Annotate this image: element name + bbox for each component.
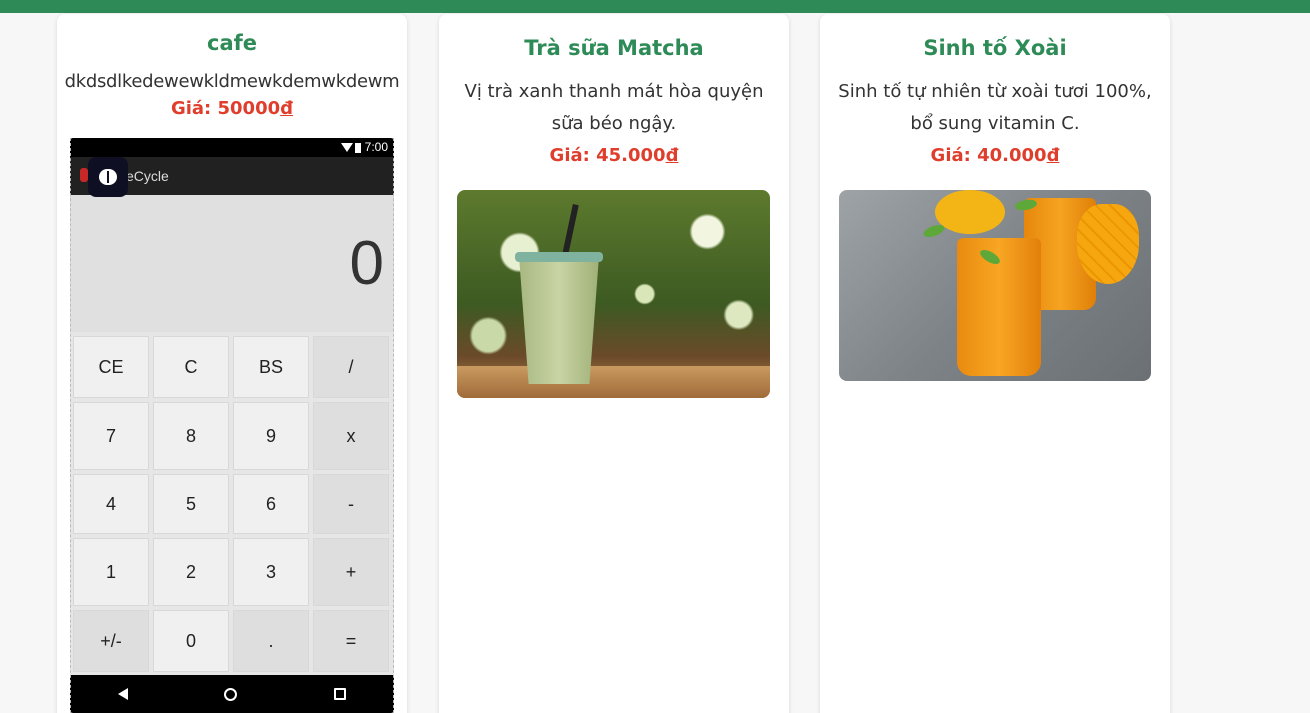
- currency-symbol: đ: [1046, 145, 1060, 166]
- product-price: Giá: 45.000đ: [439, 140, 789, 172]
- product-description: Sinh tố tự nhiên từ xoài tươi 100%, bổ su…: [820, 76, 1170, 140]
- key-2: 2: [153, 538, 229, 606]
- app-icon: [80, 168, 88, 182]
- key-ce: CE: [73, 336, 149, 398]
- calculator-keypad: CE C BS / 7 8 9 x 4 5 6 - 1 2 3 + +/- 0 …: [73, 336, 391, 672]
- currency-symbol: đ: [665, 145, 679, 166]
- wifi-icon: [340, 143, 353, 153]
- key-4: 4: [73, 474, 149, 534]
- product-price: Giá: 50000đ: [57, 96, 407, 122]
- product-description: Vị trà xanh thanh mát hòa quyện sữa béo n…: [439, 76, 789, 140]
- key-c: C: [153, 336, 229, 398]
- product-title: cafe: [207, 31, 257, 55]
- key-equals: =: [313, 610, 389, 672]
- product-price: Giá: 40.000đ: [820, 140, 1170, 172]
- key-minus: -: [313, 474, 389, 534]
- description-line: Sinh tố tự nhiên từ xoài tươi 100%,: [838, 81, 1152, 102]
- description-line: Vị trà xanh thanh mát hòa quyện: [464, 81, 764, 102]
- key-negate: +/-: [73, 610, 149, 672]
- product-image-calculator-screenshot: 7:00 eCycle 0 CE C BS / 7 8 9 x 4 5 6 - …: [70, 138, 394, 713]
- key-3: 3: [233, 538, 309, 606]
- phone-nav-bar: [70, 675, 394, 713]
- key-9: 9: [233, 402, 309, 470]
- key-5: 5: [153, 474, 229, 534]
- product-image-matcha: [457, 190, 770, 398]
- price-value: Giá: 45.000: [549, 145, 666, 166]
- product-title: Sinh tố Xoài: [923, 36, 1067, 60]
- product-image-mango-smoothie: [839, 190, 1151, 381]
- top-header-bar: [0, 0, 1310, 13]
- product-description: dkdsdlkedewewkldmewkdemwkdewm: [64, 71, 400, 92]
- app-title: eCycle: [126, 168, 169, 184]
- description-line: sữa béo ngậy.: [551, 113, 677, 134]
- key-8: 8: [153, 402, 229, 470]
- key-1: 1: [73, 538, 149, 606]
- key-7: 7: [73, 402, 149, 470]
- calculator-display: 0: [70, 195, 394, 332]
- price-value: Giá: 50000: [170, 98, 281, 119]
- key-divide: /: [313, 336, 389, 398]
- phone-app-bar: eCycle: [70, 157, 394, 197]
- product-card-mango[interactable]: Sinh tố Xoài Sinh tố tự nhiên từ xoài tư…: [820, 14, 1170, 713]
- status-time: 7:00: [364, 140, 388, 154]
- brain-icon: [88, 157, 128, 197]
- key-6: 6: [233, 474, 309, 534]
- product-title: Trà sữa Matcha: [524, 36, 704, 60]
- key-bs: BS: [233, 336, 309, 398]
- product-card-cafe[interactable]: cafe dkdsdlkedewewkldmewkdemwkdewm Giá: …: [57, 14, 407, 713]
- key-plus: +: [313, 538, 389, 606]
- price-value: Giá: 40.000: [930, 145, 1047, 166]
- battery-icon: [354, 142, 361, 153]
- currency-symbol: đ: [280, 98, 294, 119]
- phone-status-bar: 7:00: [70, 138, 394, 157]
- key-decimal: .: [233, 610, 309, 672]
- home-icon: [224, 687, 238, 701]
- key-0: 0: [153, 610, 229, 672]
- description-line: bổ sung vitamin C.: [910, 113, 1080, 134]
- recent-apps-icon: [333, 688, 346, 700]
- product-card-matcha[interactable]: Trà sữa Matcha Vị trà xanh thanh mát hòa…: [439, 14, 789, 713]
- back-icon: [118, 688, 129, 700]
- key-multiply: x: [313, 402, 389, 470]
